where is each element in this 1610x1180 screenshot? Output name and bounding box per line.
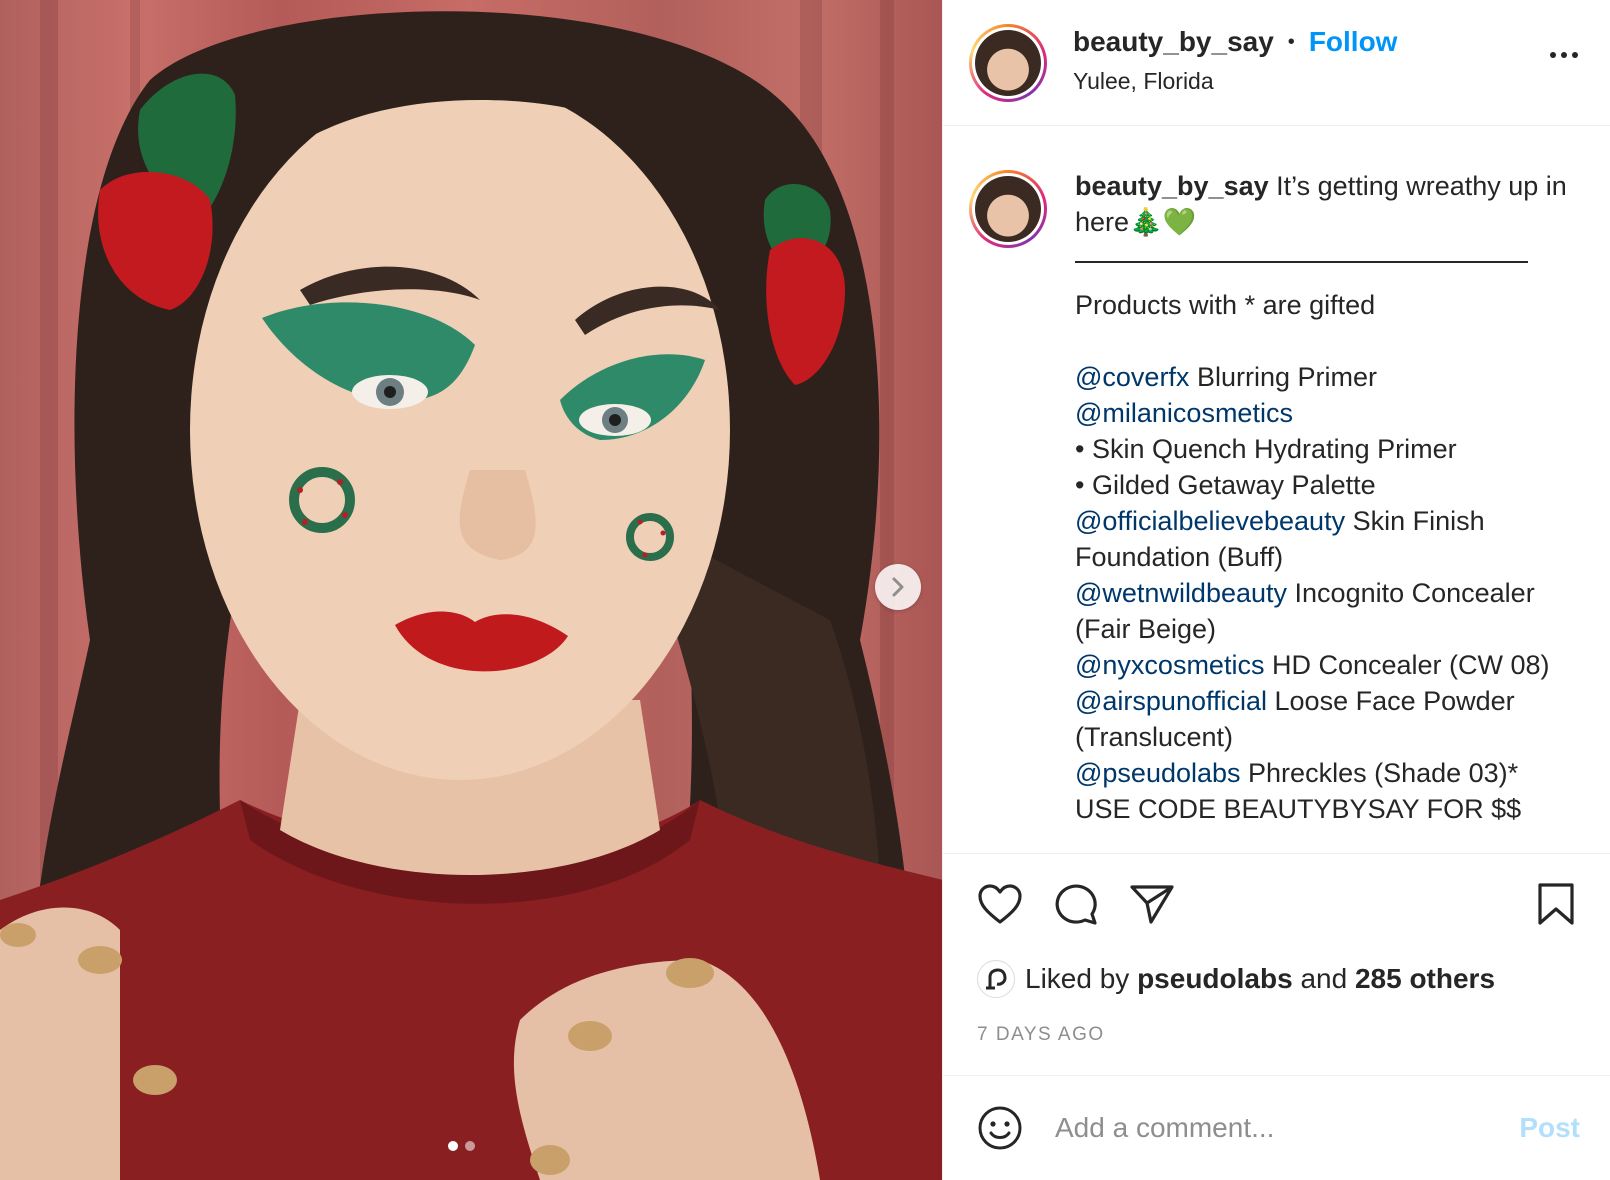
mention-link[interactable]: @milanicosmetics <box>1075 398 1293 428</box>
avatar[interactable] <box>969 23 1047 102</box>
likes-and: and <box>1300 963 1348 994</box>
product-text: USE CODE BEAUTYBYSAY FOR $$ <box>1075 794 1522 824</box>
product-line: @nyxcosmetics HD Concealer (CW 08) <box>1075 650 1550 680</box>
slide-dot <box>465 1141 475 1151</box>
mention-link[interactable]: @pseudolabs <box>1075 758 1241 788</box>
caption-avatar[interactable] <box>969 170 1047 248</box>
mention-link[interactable]: @officialbelievebeauty <box>1075 506 1345 536</box>
product-text: Phreckles (Shade 03)* <box>1240 758 1519 788</box>
likes-others-link[interactable]: 285 others <box>1355 963 1495 995</box>
comment-icon[interactable] <box>1053 882 1099 926</box>
post-panel: beauty_by_say • Follow Yulee, Florida be… <box>942 0 1610 1180</box>
mention-link[interactable]: @nyxcosmetics <box>1075 650 1264 680</box>
liker-avatar[interactable] <box>977 960 1015 998</box>
caption-divider <box>1075 261 1528 263</box>
mention-link[interactable]: @coverfx <box>1075 362 1189 392</box>
post-date[interactable]: 7 DAYS AGO <box>943 998 1610 1046</box>
liker-username[interactable]: pseudolabs <box>1137 963 1293 995</box>
product-line: USE CODE BEAUTYBYSAY FOR $$ <box>1075 794 1521 824</box>
instagram-post: beauty_by_say • Follow Yulee, Florida be… <box>0 0 1610 1180</box>
post-media[interactable] <box>0 0 942 1180</box>
product-text: • Skin Quench Hydrating Primer <box>1075 434 1457 464</box>
post-photo <box>0 0 942 1180</box>
product-line: @airspunofficial Loose Face Powder (Tran… <box>1075 686 1522 752</box>
product-line: @coverfx Blurring Primer <box>1075 362 1377 392</box>
heart-icon[interactable] <box>977 883 1023 925</box>
product-text: • Gilded Getaway Palette <box>1075 470 1376 500</box>
caption-section[interactable]: beauty_by_say It’s getting wreathy up in… <box>943 126 1610 854</box>
avatar-image <box>975 176 1041 242</box>
more-horizontal-icon[interactable] <box>1550 52 1578 58</box>
action-bar <box>943 854 1610 926</box>
smiley-icon[interactable] <box>977 1105 1023 1151</box>
products-note: Products with * are gifted <box>1075 290 1376 320</box>
share-icon[interactable] <box>1129 882 1175 926</box>
location-link[interactable]: Yulee, Florida <box>1073 68 1397 95</box>
caption-username[interactable]: beauty_by_say <box>1075 171 1269 201</box>
post-header: beauty_by_say • Follow Yulee, Florida <box>943 0 1610 126</box>
likes-prefix: Liked by <box>1025 963 1130 994</box>
mention-link[interactable]: @wetnwildbeauty <box>1075 578 1287 608</box>
slide-indicator <box>448 1141 475 1151</box>
post-comment-button[interactable]: Post <box>1519 1112 1580 1144</box>
product-line: • Skin Quench Hydrating Primer <box>1075 434 1457 464</box>
avatar-image <box>975 29 1041 96</box>
product-text: HD Concealer (CW 08) <box>1264 650 1550 680</box>
comment-bar: Post <box>943 1075 1610 1180</box>
mention-link[interactable]: @airspunofficial <box>1075 686 1267 716</box>
slide-dot-active <box>448 1141 458 1151</box>
bookmark-icon[interactable] <box>1536 882 1576 926</box>
comment-input[interactable] <box>1053 1111 1520 1145</box>
product-line: @milanicosmetics <box>1075 398 1293 428</box>
product-line: @pseudolabs Phreckles (Shade 03)* <box>1075 758 1518 788</box>
caption-text: beauty_by_say It’s getting wreathy up in… <box>1075 168 1590 853</box>
product-text: Blurring Primer <box>1189 362 1377 392</box>
product-line: • Gilded Getaway Palette <box>1075 470 1376 500</box>
pseudolabs-logo-icon <box>986 968 1007 990</box>
follow-button[interactable]: Follow <box>1309 26 1398 58</box>
likes-summary: Liked by pseudolabs and 285 others <box>943 924 1610 998</box>
chevron-right-icon <box>892 577 904 597</box>
separator-dot: • <box>1287 30 1295 53</box>
product-line: @officialbelievebeauty Skin Finish Found… <box>1075 506 1492 572</box>
next-slide-button[interactable] <box>875 564 921 610</box>
username-link[interactable]: beauty_by_say <box>1073 26 1274 58</box>
product-line: @wetnwildbeauty Incognito Concealer (Fai… <box>1075 578 1542 644</box>
